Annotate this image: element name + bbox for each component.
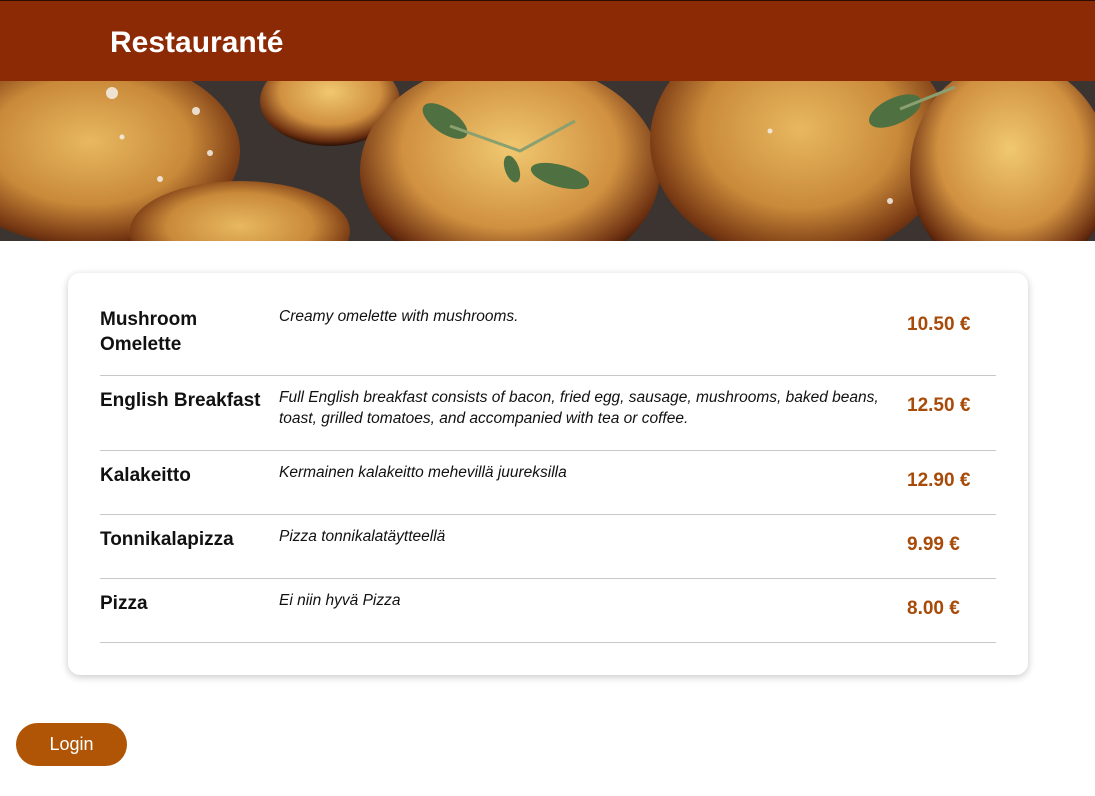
menu-item-price: 12.90 €	[907, 470, 971, 491]
menu-list: Mushroom Omelette Creamy omelette with m…	[100, 295, 996, 643]
menu-item-price: 12.50 €	[907, 395, 971, 416]
menu-item-name: Pizza	[100, 593, 148, 614]
menu-item-price: 8.00 €	[907, 598, 960, 619]
menu-item-description: Kermainen kalakeitto mehevillä juureksil…	[279, 464, 567, 481]
menu-item-name: Mushroom Omelette	[100, 309, 198, 355]
menu-item-description: Full English breakfast consists of bacon…	[279, 389, 879, 427]
menu-item: Kalakeitto Kermainen kalakeitto mehevill…	[100, 451, 996, 515]
menu-item: Mushroom Omelette Creamy omelette with m…	[100, 295, 996, 376]
brand-title[interactable]: Restauranté	[110, 25, 283, 61]
menu-item-name: Tonnikalapizza	[100, 529, 234, 550]
menu-item: English Breakfast Full English breakfast…	[100, 376, 996, 451]
menu-item-name: Kalakeitto	[100, 465, 191, 486]
top-bar: Restauranté	[0, 0, 1095, 81]
hero-banner-image	[0, 81, 1095, 241]
menu-item: Tonnikalapizza Pizza tonnikalatäytteellä…	[100, 515, 996, 579]
menu-item-price: 9.99 €	[907, 534, 960, 555]
menu-item-name: English Breakfast	[100, 390, 261, 411]
menu-item: Pizza Ei niin hyvä Pizza 8.00 €	[100, 579, 996, 643]
menu-item-description: Creamy omelette with mushrooms.	[279, 308, 519, 325]
menu-item-description: Ei niin hyvä Pizza	[279, 592, 401, 609]
menu-item-description: Pizza tonnikalatäytteellä	[279, 528, 446, 545]
menu-card: Mushroom Omelette Creamy omelette with m…	[68, 273, 1028, 675]
menu-item-price: 10.50 €	[907, 314, 971, 335]
login-button[interactable]: Login	[16, 723, 127, 766]
